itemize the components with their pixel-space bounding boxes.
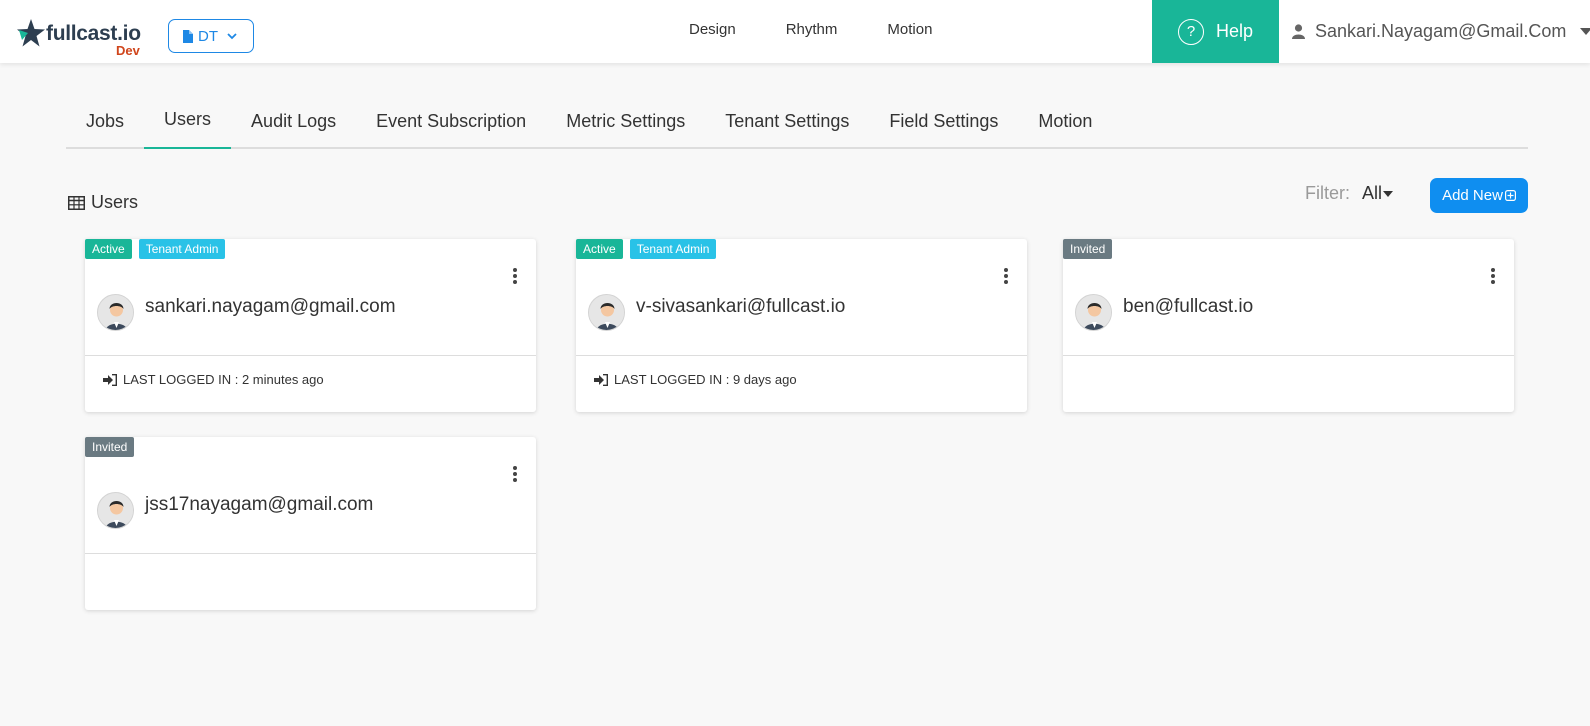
user-email: sankari.nayagam@gmail.com — [145, 296, 396, 317]
last-login-text: LAST LOGGED IN : 2 minutes ago — [123, 372, 324, 387]
plus-square-icon — [1504, 190, 1516, 201]
more-options-icon[interactable] — [508, 465, 522, 483]
settings-tabs: Jobs Users Audit Logs Event Subscription… — [66, 102, 1528, 149]
sign-in-icon — [594, 373, 608, 386]
status-badge: Active — [85, 239, 132, 259]
tab-metric-settings[interactable]: Metric Settings — [546, 102, 705, 149]
section-title-label: Users — [91, 192, 139, 212]
main-nav: Design Rhythm Motion — [689, 21, 982, 38]
add-new-label: Add New — [1442, 187, 1503, 204]
caret-down-icon — [1383, 190, 1394, 197]
divider — [576, 355, 1027, 356]
avatar — [97, 492, 134, 529]
divider — [85, 355, 536, 356]
tab-event-subscription[interactable]: Event Subscription — [356, 102, 546, 149]
role-badge: Tenant Admin — [138, 239, 226, 259]
nav-rhythm[interactable]: Rhythm — [786, 21, 838, 38]
status-badge: Active — [576, 239, 623, 259]
top-bar: fullcast.io Dev DT Design Rhythm Motion … — [0, 0, 1590, 63]
user-card[interactable]: Invited jss17nayagam@gmail.com — [85, 437, 536, 610]
filter-select[interactable]: All — [1362, 183, 1394, 204]
environment-label: Dev — [116, 43, 140, 58]
user-icon — [1292, 24, 1305, 39]
more-options-icon[interactable] — [1486, 267, 1500, 285]
filter-value: All — [1362, 183, 1383, 203]
avatar — [588, 294, 625, 331]
user-card[interactable]: Invited ben@fullcast.io — [1063, 239, 1514, 412]
section-title: Users — [68, 192, 138, 213]
workspace-select[interactable]: DT — [168, 19, 254, 53]
nav-motion[interactable]: Motion — [887, 21, 932, 38]
avatar — [97, 294, 134, 331]
sign-in-icon — [103, 373, 117, 386]
last-login: LAST LOGGED IN : 2 minutes ago — [103, 372, 324, 387]
question-circle-icon: ? — [1177, 18, 1204, 45]
star-logo-icon — [17, 19, 45, 47]
tab-audit-logs[interactable]: Audit Logs — [231, 102, 356, 149]
more-options-icon[interactable] — [508, 267, 522, 285]
last-login: LAST LOGGED IN : 9 days ago — [594, 372, 797, 387]
help-label: Help — [1215, 21, 1254, 41]
user-email: jss17nayagam@gmail.com — [145, 494, 374, 515]
badge-group: Invited — [1063, 239, 1113, 259]
tab-motion[interactable]: Motion — [1018, 102, 1112, 149]
tab-jobs[interactable]: Jobs — [66, 102, 144, 149]
divider — [1063, 355, 1514, 356]
filter: Filter: All — [1305, 183, 1394, 204]
divider — [85, 553, 536, 554]
badge-group: Active Tenant Admin — [85, 239, 226, 259]
user-email: ben@fullcast.io — [1123, 296, 1254, 317]
user-card[interactable]: Active Tenant Admin v-sivasankari@fullca… — [576, 239, 1027, 412]
badge-group: Active Tenant Admin — [576, 239, 717, 259]
chevron-down-icon — [227, 32, 237, 39]
workspace-label: DT — [198, 27, 218, 45]
nav-design[interactable]: Design — [689, 21, 736, 38]
user-email: v-sivasankari@fullcast.io — [636, 296, 846, 317]
user-card[interactable]: Active Tenant Admin sankari.nayagam@gmai… — [85, 239, 536, 412]
status-badge: Invited — [1063, 239, 1113, 259]
tab-tenant-settings[interactable]: Tenant Settings — [705, 102, 869, 149]
status-badge: Invited — [85, 437, 135, 457]
document-icon — [183, 29, 193, 43]
table-icon — [68, 195, 85, 210]
avatar — [1075, 294, 1112, 331]
caret-down-icon — [1580, 28, 1590, 35]
user-email: Sankari.Nayagam@Gmail.Com — [1315, 21, 1567, 41]
role-badge: Tenant Admin — [629, 239, 717, 259]
tab-field-settings[interactable]: Field Settings — [869, 102, 1018, 149]
logo[interactable]: fullcast.io Dev — [16, 16, 146, 60]
user-menu[interactable]: Sankari.Nayagam@Gmail.Com — [1292, 0, 1590, 63]
tab-users[interactable]: Users — [144, 102, 232, 149]
more-options-icon[interactable] — [999, 267, 1013, 285]
badge-group: Invited — [85, 437, 135, 457]
last-login-text: LAST LOGGED IN : 9 days ago — [614, 372, 797, 387]
filter-label: Filter: — [1305, 183, 1350, 203]
add-new-button[interactable]: Add New — [1430, 178, 1528, 213]
help-button[interactable]: ? Help — [1152, 0, 1279, 63]
